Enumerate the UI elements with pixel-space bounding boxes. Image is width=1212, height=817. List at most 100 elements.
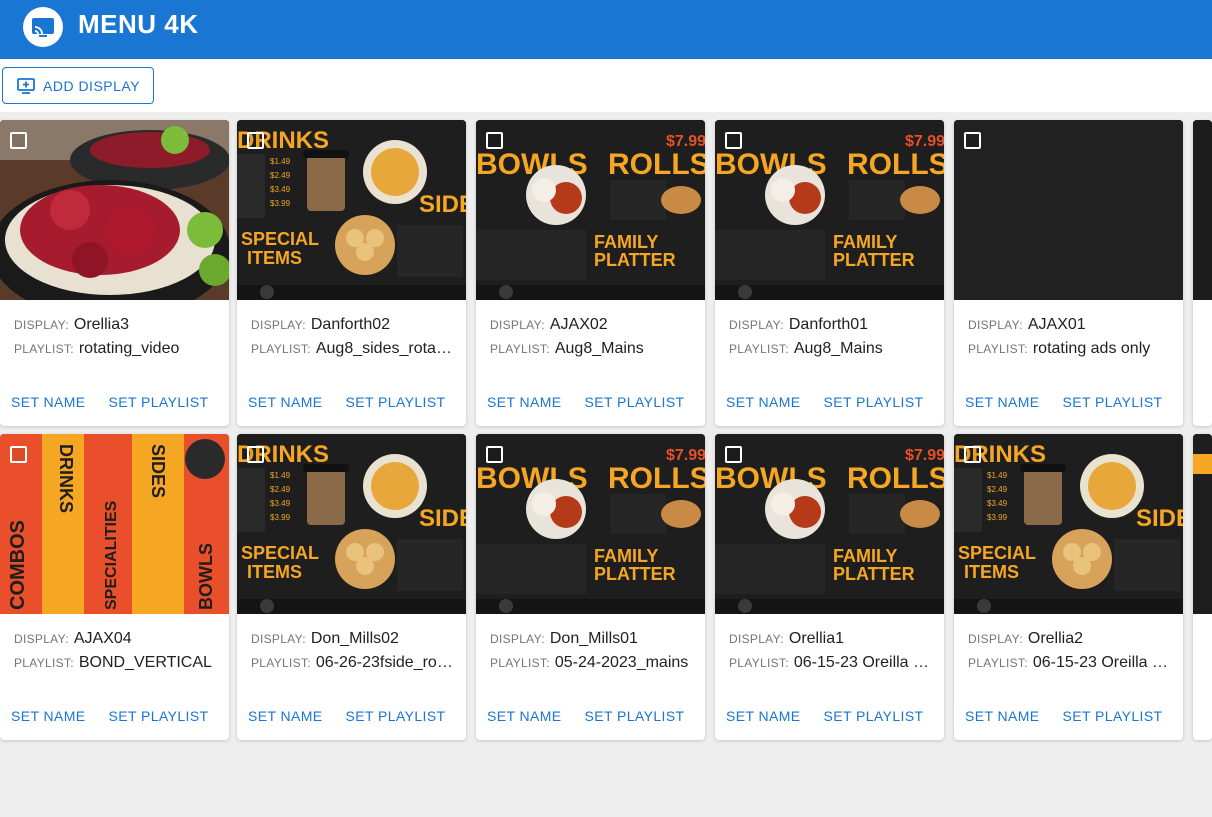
set-playlist-button[interactable]: SET PLAYLIST [1063,394,1163,410]
set-playlist-button[interactable]: SET PLAYLIST [109,394,209,410]
display-card: DRINKS $1.49 $2.49 $3.49 $3.99 SIDES SPE… [954,434,1183,740]
thumb-sides: SIDES [1136,505,1183,532]
thumb-price: $7.99 [666,447,705,464]
display-thumbnail[interactable]: BOWLS ROLLS $7.99 FAMILY PLATTER [715,434,944,614]
display-thumbnail[interactable] [1193,434,1212,614]
thumb-rolls: ROLLS [847,462,944,495]
set-name-button[interactable]: SET NAME [726,394,801,410]
thumb-platter: PLATTER [833,564,915,584]
display-label: DISPLAY: [14,632,69,646]
thumb-specialities: SPECIALITIES [103,500,120,610]
set-playlist-button[interactable]: SET PLAYLIST [585,394,685,410]
thumb-items: ITEMS [247,248,302,268]
svg-text:$2.49: $2.49 [270,171,291,180]
display-card: BOWLS ROLLS $7.99 FAMILY PLATTER DISPLAY… [476,120,705,426]
select-checkbox[interactable] [247,132,264,149]
playlist-label: PLAYLIST: [251,656,311,670]
svg-text:$3.99: $3.99 [987,513,1008,522]
thumb-price: $7.99 [905,133,944,150]
display-thumbnail[interactable]: DRINKS $1.49 $2.49 $3.49 $3.99 SIDES SPE… [954,434,1183,614]
set-playlist-button[interactable]: SET PLAYLIST [1063,708,1163,724]
playlist-name: 05-24-2023_mains [554,654,689,671]
thumb-sides: SIDES [419,505,466,532]
set-name-button[interactable]: SET NAME [11,708,86,724]
display-label: DISPLAY: [968,318,1023,332]
set-name-button[interactable]: SET NAME [487,394,562,410]
select-checkbox[interactable] [486,446,503,463]
set-name-button[interactable]: SET NAME [248,394,323,410]
set-name-button[interactable]: SET NAME [248,708,323,724]
svg-text:$1.49: $1.49 [987,471,1008,480]
display-grid: DISPLAY: Orellia3 PLAYLIST: rotating_video… [0,120,1212,817]
thumb-items: ITEMS [964,562,1019,582]
display-card: DRINKS $1.49 $2.49 $3.49 $3.99 SIDES SPE… [237,434,466,740]
thumb-price: $7.99 [666,133,705,150]
set-name-button[interactable]: SET NAME [965,708,1040,724]
playlist-label: PLAYLIST: [14,342,74,356]
svg-text:$1.49: $1.49 [270,157,291,166]
select-checkbox[interactable] [964,446,981,463]
playlist-label: PLAYLIST: [251,342,311,356]
display-thumbnail[interactable]: DRINKS $1.49 $2.49 $3.49 $3.99 SIDES SPE… [237,120,466,300]
display-label: DISPLAY: [14,318,69,332]
select-checkbox[interactable] [964,132,981,149]
display-thumbnail[interactable]: DRINKS $1.49 $2.49 $3.49 $3.99 SIDES SPE… [237,434,466,614]
svg-text:$3.49: $3.49 [270,185,291,194]
select-checkbox[interactable] [725,132,742,149]
display-thumbnail[interactable]: BOWLS ROLLS $7.99 FAMILY PLATTER [476,434,705,614]
toolbar: ADD DISPLAY [0,59,1212,112]
display-label: DISPLAY: [729,632,784,646]
app-bar: MENU 4K [0,0,1212,59]
display-name: AJAX01 [1027,316,1086,333]
playlist-name: 06-26-23fside_rotating [315,654,456,671]
set-name-button[interactable]: SET NAME [487,708,562,724]
add-to-screen-icon [17,78,35,94]
thumb-bowls: BOWLS [196,543,216,610]
select-checkbox[interactable] [10,446,27,463]
playlist-name: rotating_video [78,340,180,357]
app-logo[interactable] [23,7,63,47]
thumb-platter: PLATTER [833,250,915,270]
select-checkbox[interactable] [725,446,742,463]
add-display-label: ADD DISPLAY [43,77,141,94]
select-checkbox[interactable] [486,132,503,149]
svg-text:$3.99: $3.99 [270,199,291,208]
display-label: DISPLAY: [251,632,306,646]
playlist-name: rotating ads only [1032,340,1151,357]
display-card: BOWLS ROLLS $7.99 FAMILY PLATTER DISPLAY… [476,434,705,740]
set-playlist-button[interactable]: SET PLAYLIST [346,394,446,410]
display-thumbnail[interactable] [954,120,1183,300]
thumb-price: $7.99 [905,447,944,464]
thumb-sides: SIDES [148,444,168,498]
display-name: Orellia2 [1027,630,1084,647]
display-name: Danforth01 [788,316,869,333]
display-card: DISPLAY: Orellia3 PLAYLIST: rotating_video… [0,120,229,426]
set-playlist-button[interactable]: SET PLAYLIST [824,394,924,410]
select-checkbox[interactable] [247,446,264,463]
display-thumbnail[interactable]: BOWLS ROLLS $7.99 FAMILY PLATTER [715,120,944,300]
playlist-name: Aug8_Mains [793,340,883,357]
set-name-button[interactable]: SET NAME [965,394,1040,410]
select-checkbox[interactable] [10,132,27,149]
display-card: DRINKS $1.49 $2.49 $3.49 $3.99 SIDES SPE… [237,120,466,426]
set-name-button[interactable]: SET NAME [11,394,86,410]
display-thumbnail[interactable]: BOWLS ROLLS $7.99 FAMILY PLATTER [476,120,705,300]
set-playlist-button[interactable]: SET PLAYLIST [109,708,209,724]
display-card [1193,434,1212,740]
set-name-button[interactable]: SET NAME [726,708,801,724]
display-name: Orellia3 [73,316,130,333]
display-thumbnail[interactable] [1193,120,1212,300]
thumb-sides: SIDES [419,191,466,218]
playlist-label: PLAYLIST: [490,656,550,670]
cast-display-icon [32,18,54,37]
thumb-drinks: DRINKS [56,444,76,513]
thumb-special: SPECIAL [958,543,1036,563]
set-playlist-button[interactable]: SET PLAYLIST [585,708,685,724]
set-playlist-button[interactable]: SET PLAYLIST [346,708,446,724]
set-playlist-button[interactable]: SET PLAYLIST [824,708,924,724]
display-thumbnail[interactable]: COMBOS DRINKS SPECIALITIES SIDES BOWLS [0,434,229,614]
display-thumbnail[interactable] [0,120,229,300]
display-card: BOWLS ROLLS $7.99 FAMILY PLATTER DISPLAY… [715,434,944,740]
display-name: AJAX02 [549,316,608,333]
add-display-button[interactable]: ADD DISPLAY [2,67,154,104]
